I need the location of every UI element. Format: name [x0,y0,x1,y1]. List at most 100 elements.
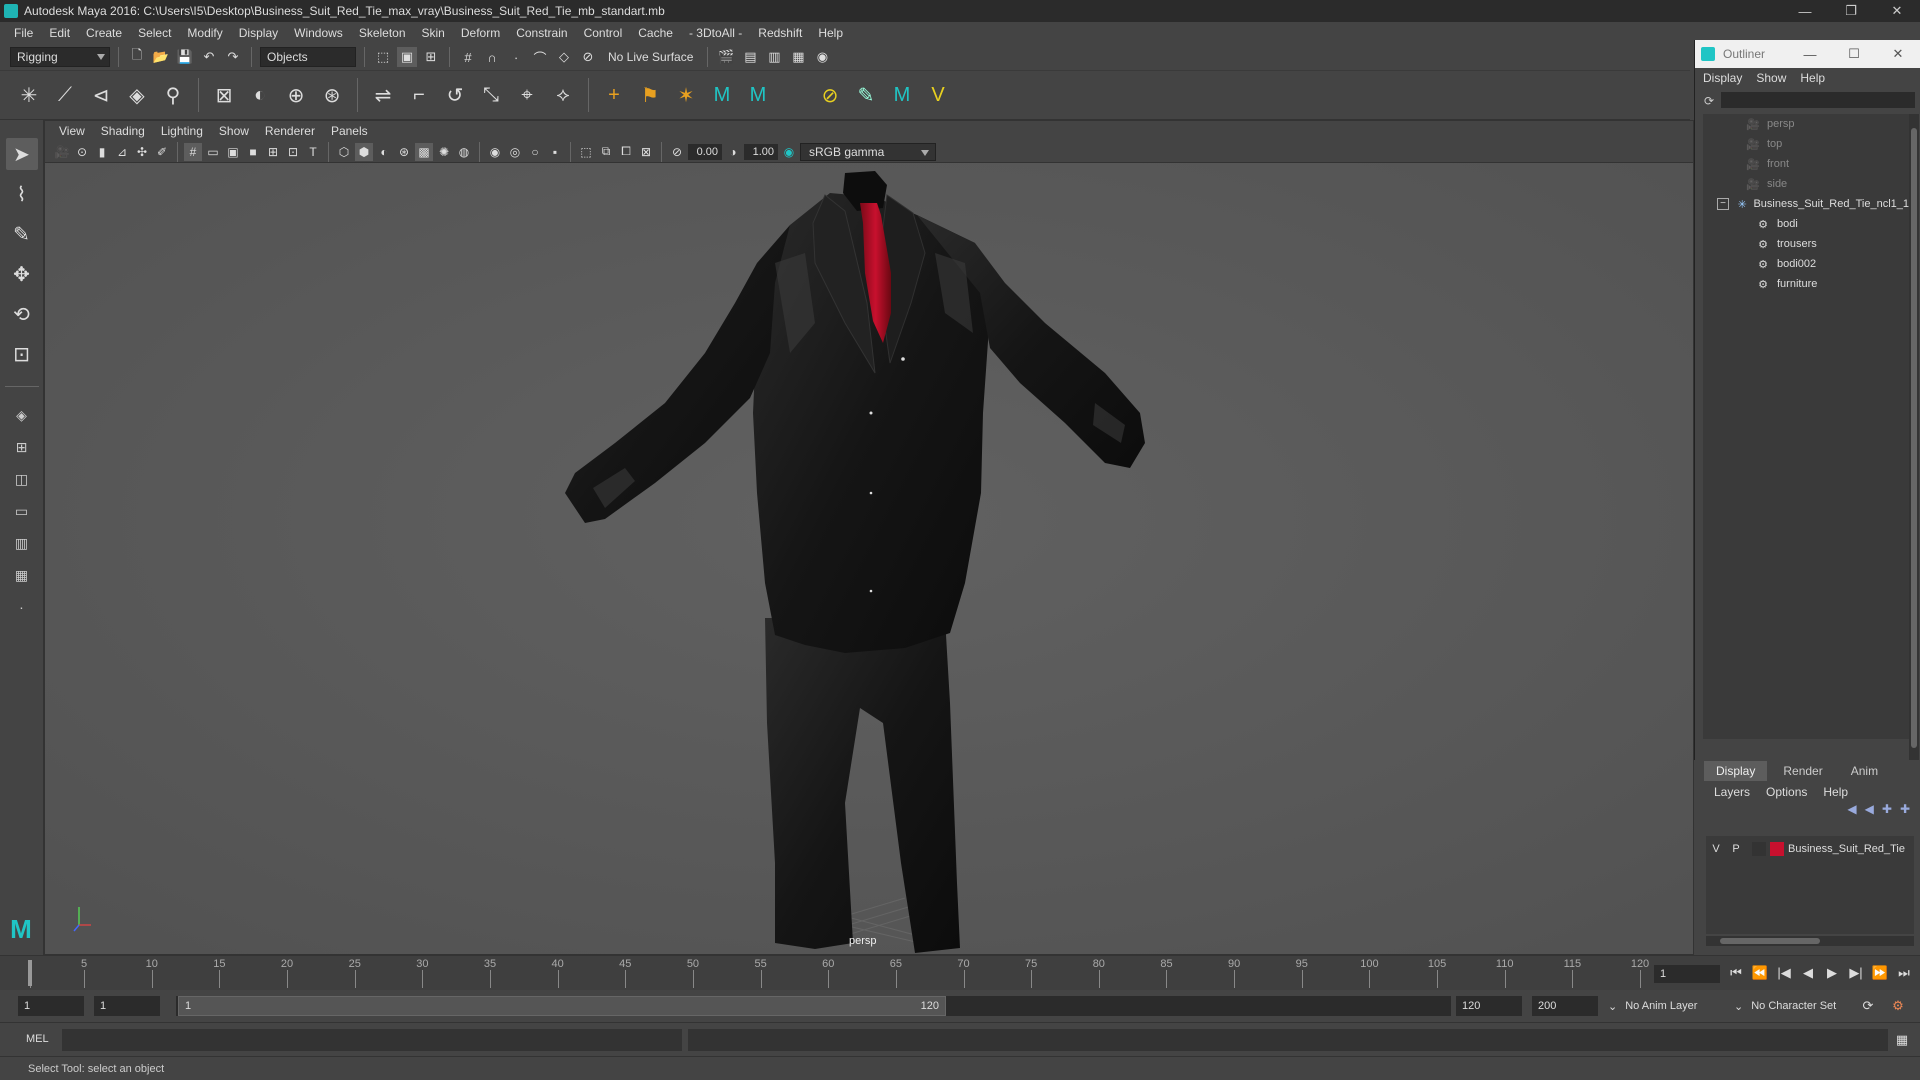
hypershade-icon[interactable]: ◉ [812,47,832,67]
isolate-select-icon[interactable]: ⬚ [577,143,595,161]
step-forward-frame-icon[interactable]: ▶| [1846,963,1866,983]
xray-joints-icon[interactable]: ⊠ [637,143,655,161]
save-scene-icon[interactable]: 💾 [175,47,195,67]
four-pane-layout-icon[interactable]: ⊞ [8,435,36,459]
lasso-tool-icon[interactable]: ⌇ [6,178,38,210]
smooth-shade-icon[interactable]: ⬢ [355,142,373,161]
undo-icon[interactable]: ↶ [199,47,219,67]
menu-constrain[interactable]: Constrain [508,26,575,40]
check-v-icon[interactable]: V [923,80,953,110]
menu-file[interactable]: File [6,26,41,40]
wireframe-on-shaded-icon[interactable]: ⊛ [395,143,413,161]
side-by-side-layout-icon[interactable]: ◫ [8,467,36,491]
menu-select[interactable]: Select [130,26,179,40]
restore-button[interactable]: ❐ [1828,0,1874,22]
xray-icon[interactable]: ⧉ [597,143,615,161]
render-settings-icon[interactable]: ▦ [788,47,808,67]
go-to-end-icon[interactable]: ⏭ [1894,963,1914,983]
scroll-thumb[interactable] [1720,938,1820,944]
film-gate-icon[interactable]: ▭ [204,143,222,161]
tab-display[interactable]: Display [1704,761,1768,781]
quick-rig-icon[interactable]: ⚲ [158,80,188,110]
wireframe-icon[interactable]: ⬡ [335,143,353,161]
snap-surface-icon[interactable]: ◇ [554,47,574,67]
scale-tool-icon[interactable]: ⊡ [6,338,38,370]
mel-label[interactable]: MEL [26,1033,49,1045]
layer-menu-options[interactable]: Options [1766,785,1807,799]
auto-key-icon[interactable]: ⟳ [1858,996,1878,1016]
view-transform-dropdown[interactable]: sRGB gamma [800,142,936,161]
grease-pencil-icon[interactable]: ✐ [153,143,171,161]
tab-anim[interactable]: Anim [1839,761,1890,781]
new-scene-icon[interactable]: 🗋 [127,47,147,67]
select-mode-dropdown[interactable]: Objects [260,47,356,67]
locator-icon[interactable]: + [599,80,629,110]
play-forwards-icon[interactable]: ▶ [1822,963,1842,983]
ipr-render-icon[interactable]: ▥ [764,47,784,67]
menu-create[interactable]: Create [78,26,130,40]
use-all-lights-icon[interactable]: ✺ [435,143,453,161]
menu-windows[interactable]: Windows [286,26,351,40]
outliner-minimize-button[interactable]: — [1788,40,1832,68]
vp-menu-lighting[interactable]: Lighting [153,124,211,138]
xray-active-icon[interactable]: ⧠ [617,143,635,161]
gate-mask-icon[interactable]: ■ [244,143,262,161]
paint-weights-icon[interactable]: ◐ [245,80,275,110]
select-by-component-icon[interactable]: ⊞ [421,47,441,67]
step-forward-key-icon[interactable]: ⏩ [1870,963,1890,983]
single-pane-layout-icon[interactable]: ◈ [8,403,36,427]
bookmark-icon[interactable]: ▮ [93,143,111,161]
maya-m-icon[interactable]: M [707,80,737,110]
outliner-item-top[interactable]: 🎥 top [1703,134,1909,154]
persp-outliner-layout-icon[interactable]: ▭ [8,499,36,523]
exposure-field[interactable]: 0.00 [688,143,722,160]
select-by-object-icon[interactable]: ▣ [397,47,417,67]
cluster-icon[interactable]: ⊛ [317,80,347,110]
snap-curve-icon[interactable]: ∩ [482,47,502,67]
menu-edit[interactable]: Edit [41,26,78,40]
snap-point-icon[interactable]: ∙ [506,47,526,67]
outliner-item-front[interactable]: 🎥 front [1703,154,1909,174]
maya-m2-icon[interactable]: M [743,80,773,110]
snap-view-plane-icon[interactable]: ⌒ [530,47,550,67]
image-plane-icon[interactable]: ⊿ [113,143,131,161]
layer-color-swatch[interactable] [1770,842,1784,856]
paint-select-icon[interactable]: ✎ [6,218,38,250]
animation-end-field[interactable]: 200 [1532,996,1598,1016]
menu-help[interactable]: Help [810,26,851,40]
motion-blur-icon[interactable]: ◎ [506,143,524,161]
layer-menu-layers[interactable]: Layers [1714,785,1750,799]
layer-horizontal-scrollbar[interactable] [1706,936,1914,946]
exposure-icon[interactable]: ⊘ [668,143,686,161]
character-set-dropdown[interactable]: ⌄ No Character Set [1734,996,1836,1016]
anim-layer-dropdown[interactable]: ⌄ No Anim Layer [1608,996,1697,1016]
menu-control[interactable]: Control [576,26,631,40]
vp-menu-show[interactable]: Show [211,124,257,138]
grid-icon[interactable]: # [184,142,202,161]
outliner-vertical-scrollbar[interactable] [1909,114,1919,774]
select-camera-icon[interactable]: 🎥 [53,143,71,161]
select-tool-icon[interactable]: ➤ [5,138,38,170]
current-time-marker[interactable] [28,960,32,986]
viewport-scene[interactable]: persp [45,163,1693,954]
menu-display[interactable]: Display [231,26,286,40]
point-constraint-icon[interactable]: ⌐ [404,80,434,110]
ik-handle-icon[interactable]: ⟋ [50,80,80,110]
two-d-pan-icon[interactable]: ✣ [133,143,151,161]
outliner-item-group[interactable]: − ✳ Business_Suit_Red_Tie_ncl1_1 [1703,194,1909,214]
outliner-menu-show[interactable]: Show [1756,71,1786,85]
current-frame-field[interactable]: 1 [1654,965,1720,983]
skeleton-hik-icon[interactable]: ✶ [671,80,701,110]
menu-skin[interactable]: Skin [414,26,453,40]
bind-skin-icon[interactable]: ⊠ [209,80,239,110]
default-material-icon[interactable]: ◐ [375,143,393,161]
scroll-thumb[interactable] [1911,128,1917,748]
layer-display-type[interactable] [1752,842,1766,856]
command-input[interactable] [62,1029,682,1051]
hik-icon[interactable]: ⚑ [635,80,665,110]
move-tool-icon[interactable]: ✥ [6,258,38,290]
menu-redshift[interactable]: Redshift [750,26,810,40]
color-management-icon[interactable]: ◉ [780,143,798,161]
outliner-menu-help[interactable]: Help [1800,71,1825,85]
outliner-item-bodi[interactable]: ⚙ bodi [1703,214,1909,234]
